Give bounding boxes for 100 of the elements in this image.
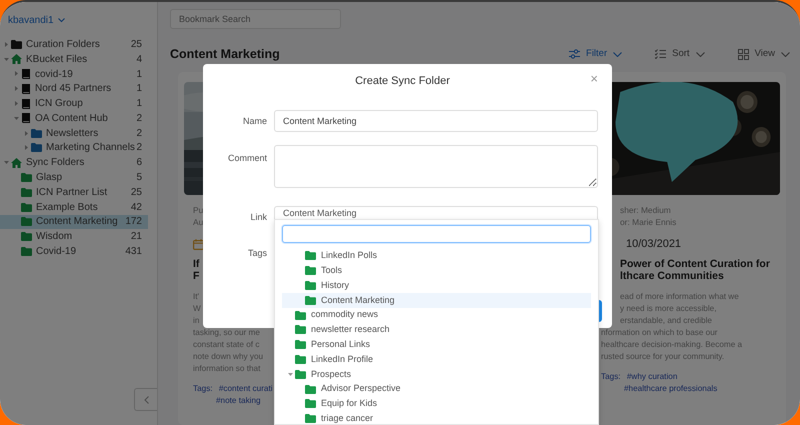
toolbar-button[interactable]: Filter: [569, 46, 622, 62]
author-text: Au: [193, 216, 204, 228]
summary-text: ead of more information what we: [620, 291, 740, 303]
close-button[interactable]: ×: [590, 72, 598, 86]
card-title: lthcare Communities: [620, 270, 725, 282]
date-text: 10/03/2021: [626, 236, 682, 252]
tree-item[interactable]: Prospects: [282, 366, 591, 382]
tree-item[interactable]: Personal Links: [282, 337, 591, 352]
folder-icon: [305, 399, 316, 408]
tree-item[interactable]: newsletter research: [282, 322, 591, 338]
chevron-down-icon: [58, 18, 65, 23]
card-title: Power of Content Curation for: [620, 258, 771, 270]
summary-text: It': [193, 291, 200, 303]
tree-item[interactable]: Advisor Perspective: [282, 382, 591, 397]
folder-icon: [305, 384, 316, 394]
folder-icon: [305, 251, 316, 260]
tree-item[interactable]: Marketing Channels 2: [0, 140, 148, 156]
summary-text: y need is more accessible,: [620, 303, 718, 315]
folder-icon: [305, 281, 316, 290]
dialog-title: Create Sync Folder: [355, 74, 450, 89]
chevron-down-icon: [696, 52, 705, 56]
toolbar-button[interactable]: Sort: [655, 46, 705, 62]
book-icon: [21, 113, 31, 124]
tree-item[interactable]: LinkedIn Polls: [282, 248, 591, 264]
summary-text: erstandable, and credible: [620, 315, 713, 327]
folder-icon: [21, 173, 32, 182]
tree-item[interactable]: OA Content Hub 2: [0, 110, 148, 126]
search-field[interactable]: [282, 225, 591, 243]
tree-item[interactable]: covid-19 1: [0, 66, 148, 82]
card-title: F: [193, 270, 200, 282]
chevron-down-icon: [781, 52, 790, 56]
tree-item[interactable]: LinkedIn Profile: [282, 352, 591, 367]
folder-icon: [21, 217, 32, 226]
tree-item[interactable]: Covid-19 431: [0, 244, 148, 259]
home-icon: [11, 54, 22, 64]
summary-text: nformation on which to base our: [601, 327, 719, 339]
grid-icon: [738, 48, 749, 60]
folder-icon: [11, 40, 22, 49]
search-field[interactable]: Bookmark Search: [170, 9, 341, 29]
comment-field[interactable]: [274, 145, 598, 188]
publisher-text: sher: Medium: [620, 204, 672, 216]
book-icon: [21, 98, 31, 109]
tree-item[interactable]: triage cancer: [282, 411, 591, 425]
summary-text: W: [193, 303, 201, 315]
tree-item[interactable]: Sync Folders 6: [0, 155, 148, 170]
tree-item[interactable]: Tools: [282, 263, 591, 278]
book-icon: [21, 68, 31, 79]
tree-item[interactable]: History: [282, 278, 591, 293]
folder-icon: [295, 355, 306, 364]
tree-item[interactable]: Nord 45 Partners 1: [0, 81, 148, 96]
summary-text: in: [193, 315, 200, 327]
field-label: Comment: [226, 152, 267, 165]
input-field[interactable]: Content Marketing: [274, 110, 598, 132]
collapse-button[interactable]: [134, 388, 157, 411]
field-label: Link: [249, 211, 267, 224]
tree-item[interactable]: Newsletters 2: [0, 126, 148, 141]
tags-label: Tags:: [193, 384, 213, 393]
tree-item[interactable]: Glasp 5: [0, 170, 148, 185]
folder-icon: [295, 340, 306, 350]
tag-link[interactable]: #note taking: [216, 396, 261, 405]
tree-item[interactable]: Content Marketing 172: [0, 214, 148, 230]
card-title: If: [193, 258, 200, 270]
tag-link[interactable]: #content curati: [218, 384, 273, 393]
tree-item[interactable]: commodity news: [282, 308, 591, 323]
tree-item[interactable]: Curation Folders 25: [0, 37, 148, 52]
tree-item[interactable]: Content Marketing: [282, 292, 591, 308]
folder-icon: [295, 370, 306, 379]
folder-icon: [21, 232, 32, 242]
summary-text: healthcare decision-making. Become a: [601, 339, 744, 351]
tag-link[interactable]: #healthcare professionals: [624, 384, 718, 393]
summary-text: tasking, so our me: [193, 327, 260, 339]
tree-item[interactable]: ICN Partner List 25: [0, 184, 148, 200]
summary-text: constant state of c: [193, 339, 260, 351]
tree-item[interactable]: ICN Group 1: [0, 96, 148, 111]
tags-label: Tags:: [601, 372, 621, 381]
summary-text: note down why you: [193, 351, 264, 363]
folder-icon: [305, 414, 316, 424]
folder-icon: [21, 247, 32, 256]
summary-text: information so that: [193, 363, 260, 375]
tree-item[interactable]: Example Bots 42: [0, 200, 148, 215]
field-label: Tags: [246, 247, 267, 260]
author-text: or: Marie Ennis: [620, 216, 678, 228]
sliders-icon: [569, 49, 580, 59]
summary-text: rusted source for your community.: [601, 351, 726, 363]
chevron-left-icon: [144, 396, 148, 404]
toolbar-button[interactable]: View: [738, 46, 790, 62]
folder-icon: [295, 310, 306, 320]
folder-icon: [31, 128, 42, 138]
folder-icon: [21, 188, 32, 197]
tree-item[interactable]: Wisdom 21: [0, 229, 148, 244]
home-icon: [11, 158, 22, 168]
folder-icon: [305, 266, 316, 276]
tag-link[interactable]: #why curation: [626, 372, 678, 381]
folder-icon: [295, 325, 306, 334]
tree-item[interactable]: KBucket Files 4: [0, 52, 148, 67]
tree-item[interactable]: Equip for Kids: [282, 396, 591, 412]
book-icon: [21, 84, 31, 94]
user-menu[interactable]: kbavandi1: [8, 12, 65, 29]
page-heading: Content Marketing: [170, 46, 280, 62]
folder-icon: [31, 143, 42, 152]
